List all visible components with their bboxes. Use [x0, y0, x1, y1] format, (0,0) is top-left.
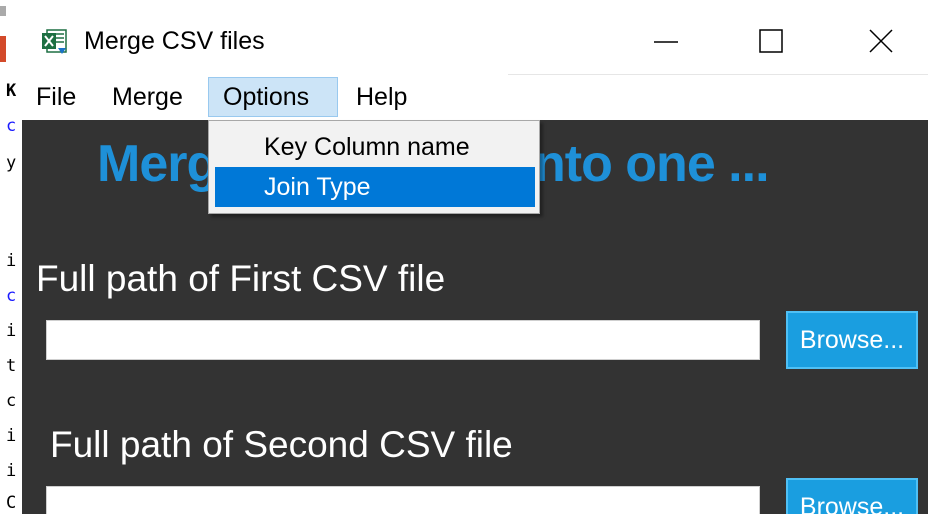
page-heading-left: Merg — [97, 135, 218, 193]
second-csv-path-input[interactable] — [46, 486, 760, 514]
menu-bar: File Merge Options Help — [22, 74, 928, 120]
minimize-button[interactable] — [636, 10, 696, 70]
menu-item-join-type[interactable]: Join Type — [215, 167, 535, 207]
background-editor-strip: K c y i c i t c i i C — [0, 0, 23, 514]
excel-icon — [42, 28, 68, 56]
bg-char: C — [6, 493, 17, 513]
second-csv-label: Full path of Second CSV file — [50, 424, 513, 465]
bg-char: i — [6, 426, 17, 446]
window-title: Merge CSV files — [84, 27, 265, 55]
maximize-button[interactable] — [740, 10, 800, 70]
title-bar[interactable]: Merge CSV files — [22, 0, 928, 72]
bg-char: i — [6, 321, 17, 341]
gutter-mark — [0, 36, 6, 62]
menu-bar-divider — [508, 74, 928, 75]
bg-char: t — [6, 356, 17, 376]
first-browse-button[interactable]: Browse... — [786, 311, 918, 369]
bg-char: i — [6, 461, 17, 481]
bg-char: y — [6, 153, 17, 173]
merge-csv-window: Merge CSV files File Merge Options Help … — [22, 0, 928, 514]
first-csv-path-input[interactable] — [46, 320, 760, 360]
minimize-icon — [654, 41, 678, 43]
close-icon — [869, 29, 893, 53]
menu-file[interactable]: File — [22, 77, 90, 117]
bg-char: K — [6, 81, 17, 101]
menu-item-key-column-name[interactable]: Key Column name — [215, 127, 535, 167]
menu-options[interactable]: Options — [208, 77, 338, 117]
page-heading-right: nto one ... — [534, 135, 770, 193]
close-button[interactable] — [852, 10, 912, 70]
bg-char: c — [6, 391, 17, 411]
second-browse-button[interactable]: Browse... — [786, 478, 918, 514]
menu-help[interactable]: Help — [342, 77, 421, 117]
gutter-mark — [0, 6, 6, 16]
first-csv-label: Full path of First CSV file — [36, 258, 446, 299]
menu-merge[interactable]: Merge — [98, 77, 197, 117]
bg-char: c — [6, 286, 17, 306]
bg-char: c — [6, 116, 17, 136]
bg-char: i — [6, 251, 17, 271]
maximize-icon — [759, 29, 783, 53]
options-dropdown: Key Column name Join Type — [208, 120, 540, 214]
